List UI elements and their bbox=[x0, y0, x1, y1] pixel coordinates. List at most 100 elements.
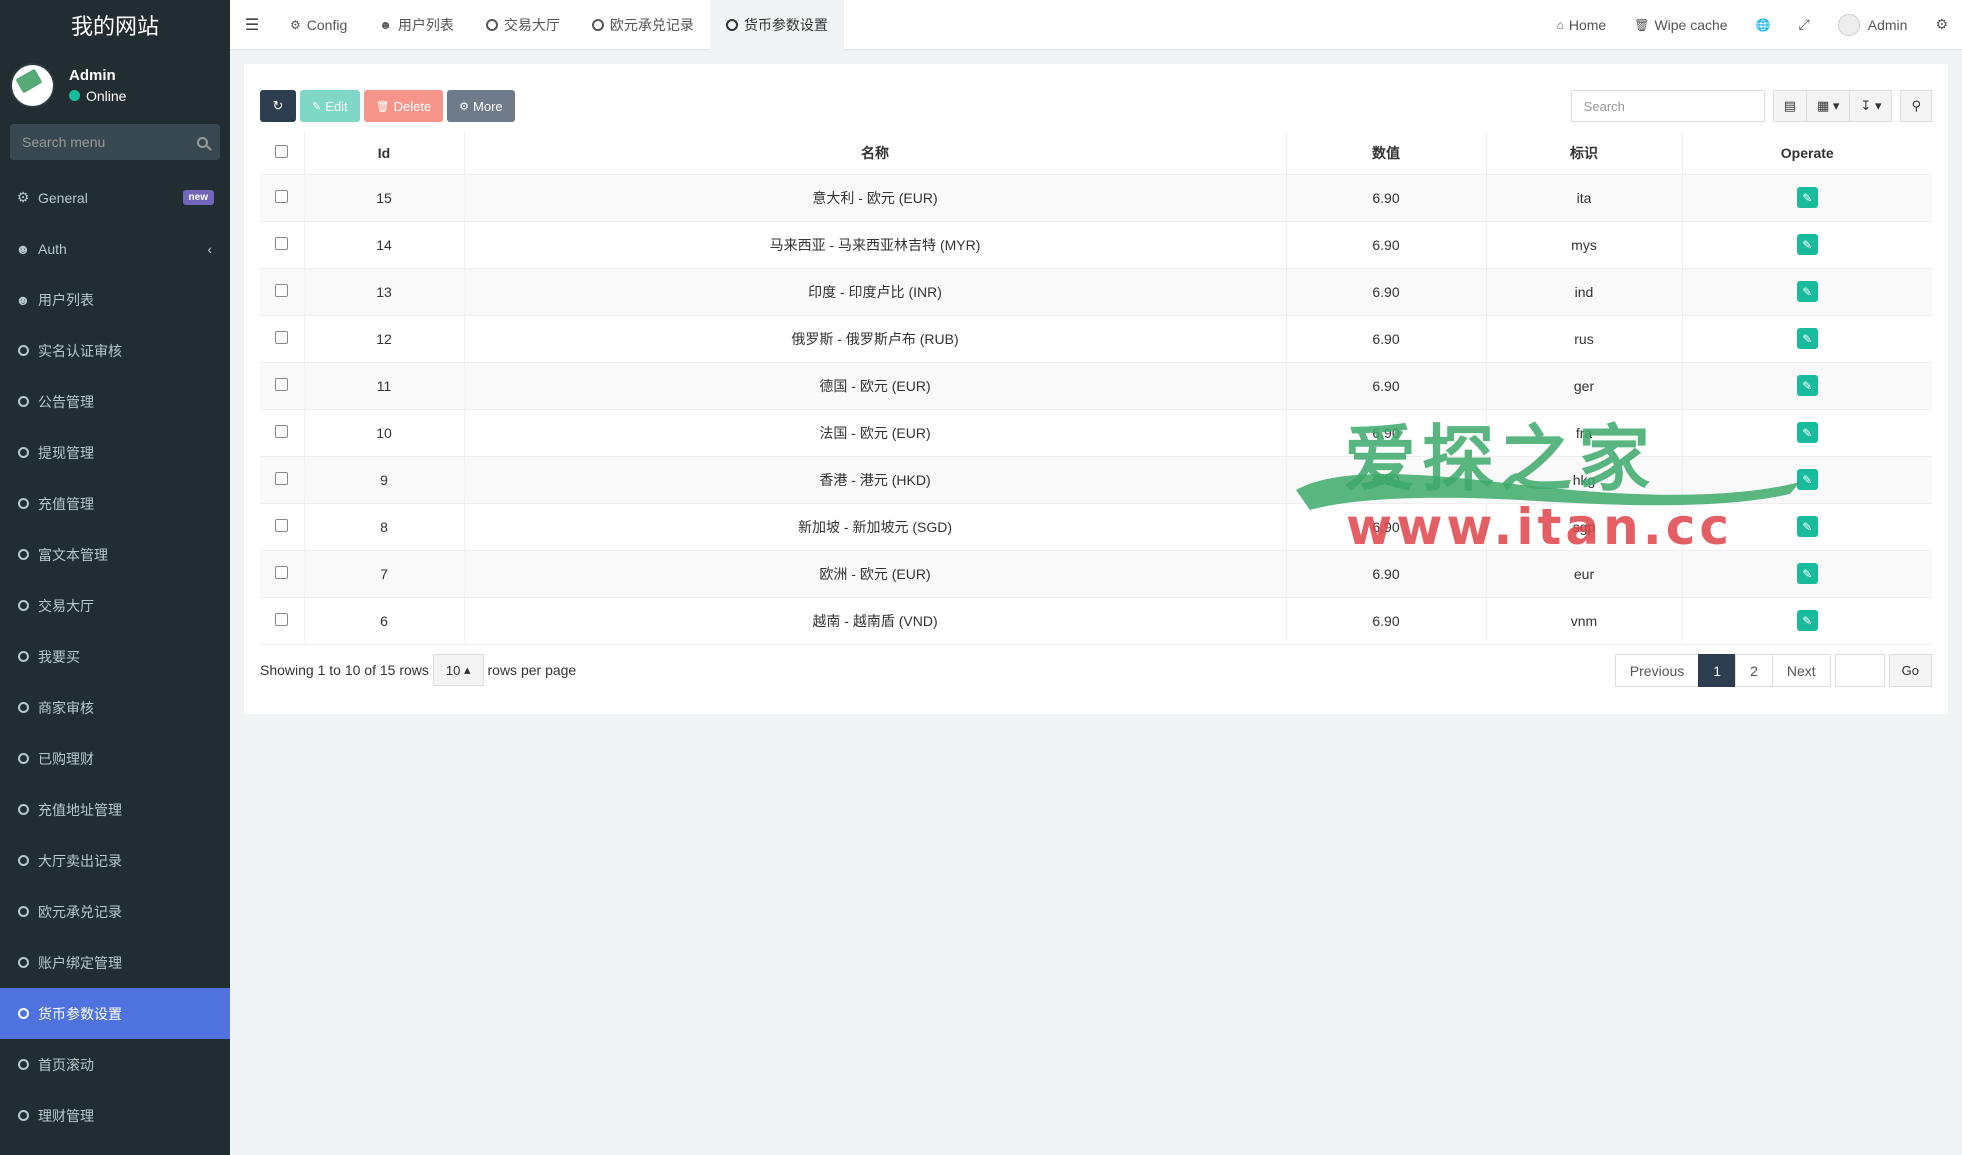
tab-4[interactable]: 货币参数设置 bbox=[709, 0, 844, 50]
row-checkbox[interactable] bbox=[275, 565, 289, 579]
tab-3[interactable]: 欧元承兑记录 bbox=[576, 0, 710, 50]
row-checkbox[interactable] bbox=[275, 283, 289, 297]
refresh-button[interactable]: ↻ bbox=[260, 90, 296, 122]
sidebar-item-2[interactable]: ☻ 用户列表 bbox=[0, 274, 230, 325]
export-icon[interactable]: ↧ ▾ bbox=[1850, 90, 1893, 122]
row-checkbox[interactable] bbox=[275, 424, 289, 438]
wipe-cache-button[interactable]: 🗑 Wipe cache bbox=[1620, 0, 1741, 50]
edit-row-button[interactable]: ✎ bbox=[1796, 375, 1818, 396]
edit-row-button[interactable]: ✎ bbox=[1796, 610, 1818, 631]
edit-row-button[interactable]: ✎ bbox=[1796, 563, 1818, 584]
cell-checkbox bbox=[260, 268, 305, 316]
site-logo[interactable]: 我的网站 bbox=[0, 0, 230, 50]
fullscreen-icon[interactable]: ⤢ bbox=[1785, 0, 1824, 50]
columns-icon[interactable]: ▦ ▾ bbox=[1807, 90, 1851, 122]
avatar bbox=[1837, 13, 1860, 36]
sidebar-item-13[interactable]: 大厅卖出记录 bbox=[0, 835, 230, 886]
row-checkbox[interactable] bbox=[275, 236, 289, 250]
sidebar-item-17[interactable]: 首页滚动 bbox=[0, 1039, 230, 1090]
edit-row-button[interactable]: ✎ bbox=[1796, 234, 1818, 255]
sidebar-item-11[interactable]: 已购理财 bbox=[0, 733, 230, 784]
sidebar-item-8[interactable]: 交易大厅 bbox=[0, 580, 230, 631]
toggle-view-icon[interactable]: ▤ bbox=[1772, 90, 1808, 122]
cell-checkbox bbox=[260, 409, 305, 457]
search-icon[interactable] bbox=[197, 136, 208, 148]
sidebar-item-15[interactable]: 账户绑定管理 bbox=[0, 937, 230, 988]
cell-tag: mys bbox=[1486, 221, 1683, 269]
cell-name: 法国 - 欧元 (EUR) bbox=[464, 409, 1287, 457]
user-menu[interactable]: Admin bbox=[1824, 0, 1922, 50]
circle-icon bbox=[485, 18, 498, 31]
top-navbar: ☰ ⚙ Config ☻ 用户列表 交易大厅 欧元承兑记录 货币参数设置 ⌂ Home 🗑 Wi… bbox=[230, 0, 1962, 50]
row-checkbox[interactable] bbox=[275, 518, 289, 532]
user-icon: ☻ bbox=[15, 291, 31, 308]
sidebar-item-16[interactable]: 货币参数设置 bbox=[0, 988, 230, 1039]
settings-cogs-icon[interactable]: ⚙ bbox=[1921, 0, 1962, 50]
sidebar-item-6[interactable]: 充值管理 bbox=[0, 478, 230, 529]
goto-page-input[interactable] bbox=[1834, 654, 1885, 687]
sidebar-item-0[interactable]: ⚙ General new bbox=[0, 172, 230, 223]
data-table: Id 名称 数值 标识 Operate 15 意大利 - 欧元 (EUR) 6.90… bbox=[260, 132, 1932, 645]
search-input[interactable] bbox=[1570, 90, 1765, 122]
tab-1[interactable]: ☻ 用户列表 bbox=[363, 0, 470, 50]
sidebar-item-label: 我要买 bbox=[38, 648, 80, 665]
edit-row-button[interactable]: ✎ bbox=[1796, 281, 1818, 302]
row-checkbox[interactable] bbox=[275, 377, 289, 391]
row-checkbox[interactable] bbox=[275, 189, 289, 203]
menu-toggle-icon[interactable]: ☰ bbox=[230, 15, 274, 35]
select-all-checkbox[interactable] bbox=[275, 144, 289, 158]
tab-2[interactable]: 交易大厅 bbox=[470, 0, 576, 50]
sidebar-item-18[interactable]: 理财管理 bbox=[0, 1090, 230, 1141]
refresh-icon: ↻ bbox=[272, 98, 284, 113]
search-icon[interactable]: ⚲ bbox=[1900, 90, 1932, 122]
page-size-select[interactable]: 10 ▴ bbox=[432, 654, 484, 686]
sidebar-item-5[interactable]: 提现管理 bbox=[0, 427, 230, 478]
cell-checkbox bbox=[260, 362, 305, 410]
more-button[interactable]: ⚙ More bbox=[447, 90, 515, 122]
circle-icon bbox=[16, 1008, 30, 1019]
row-checkbox[interactable] bbox=[275, 330, 289, 344]
sidebar-item-label: 欧元承兑记录 bbox=[38, 903, 122, 920]
sidebar-item-label: 理财管理 bbox=[38, 1107, 94, 1124]
search-menu-input[interactable] bbox=[22, 134, 172, 150]
sidebar-item-4[interactable]: 公告管理 bbox=[0, 376, 230, 427]
edit-row-button[interactable]: ✎ bbox=[1796, 422, 1818, 443]
sidebar-item-1[interactable]: ☻ Auth ‹ bbox=[0, 223, 230, 274]
sidebar-item-14[interactable]: 欧元承兑记录 bbox=[0, 886, 230, 937]
cell-id: 6 bbox=[304, 597, 465, 645]
delete-button[interactable]: 🗑 Delete bbox=[363, 90, 444, 122]
sidebar-item-label: 提现管理 bbox=[38, 444, 94, 461]
sidebar-item-10[interactable]: 商家审核 bbox=[0, 682, 230, 733]
circle-icon bbox=[16, 345, 30, 356]
sidebar-item-7[interactable]: 富文本管理 bbox=[0, 529, 230, 580]
column-header-id[interactable]: Id bbox=[304, 132, 465, 175]
language-icon[interactable]: 🌐 bbox=[1742, 0, 1785, 50]
pagination: Previous 1 2 Next Go bbox=[1614, 654, 1932, 687]
edit-row-button[interactable]: ✎ bbox=[1796, 328, 1818, 349]
tab-0[interactable]: ⚙ Config bbox=[274, 0, 363, 50]
edit-row-button[interactable]: ✎ bbox=[1796, 187, 1818, 208]
next-page-button[interactable]: Next bbox=[1771, 654, 1831, 687]
cell-operate: ✎ bbox=[1682, 409, 1932, 457]
row-checkbox[interactable] bbox=[275, 612, 289, 626]
sidebar-item-3[interactable]: 实名认证审核 bbox=[0, 325, 230, 376]
edit-row-button[interactable]: ✎ bbox=[1796, 516, 1818, 537]
home-link[interactable]: ⌂ Home bbox=[1543, 0, 1621, 50]
new-badge: new bbox=[182, 190, 214, 205]
user-status[interactable]: Online bbox=[69, 88, 126, 104]
edit-row-button[interactable]: ✎ bbox=[1796, 469, 1818, 490]
previous-page-button[interactable]: Previous bbox=[1614, 654, 1700, 687]
sidebar-item-12[interactable]: 充值地址管理 bbox=[0, 784, 230, 835]
page-1-button[interactable]: 1 bbox=[1698, 654, 1737, 687]
cell-id: 8 bbox=[304, 503, 465, 551]
edit-button[interactable]: ✎ Edit bbox=[300, 90, 360, 122]
tab-bar: ⚙ Config ☻ 用户列表 交易大厅 欧元承兑记录 货币参数设置 bbox=[274, 0, 844, 50]
column-header-value[interactable]: 数值 bbox=[1286, 132, 1487, 175]
sidebar-item-label: 账户绑定管理 bbox=[38, 954, 122, 971]
sidebar-item-9[interactable]: 我要买 bbox=[0, 631, 230, 682]
page-2-button[interactable]: 2 bbox=[1735, 654, 1773, 687]
row-checkbox[interactable] bbox=[275, 471, 289, 485]
go-button[interactable]: Go bbox=[1888, 654, 1932, 687]
column-header-tag[interactable]: 标识 bbox=[1486, 132, 1683, 175]
column-header-name[interactable]: 名称 bbox=[464, 132, 1287, 175]
